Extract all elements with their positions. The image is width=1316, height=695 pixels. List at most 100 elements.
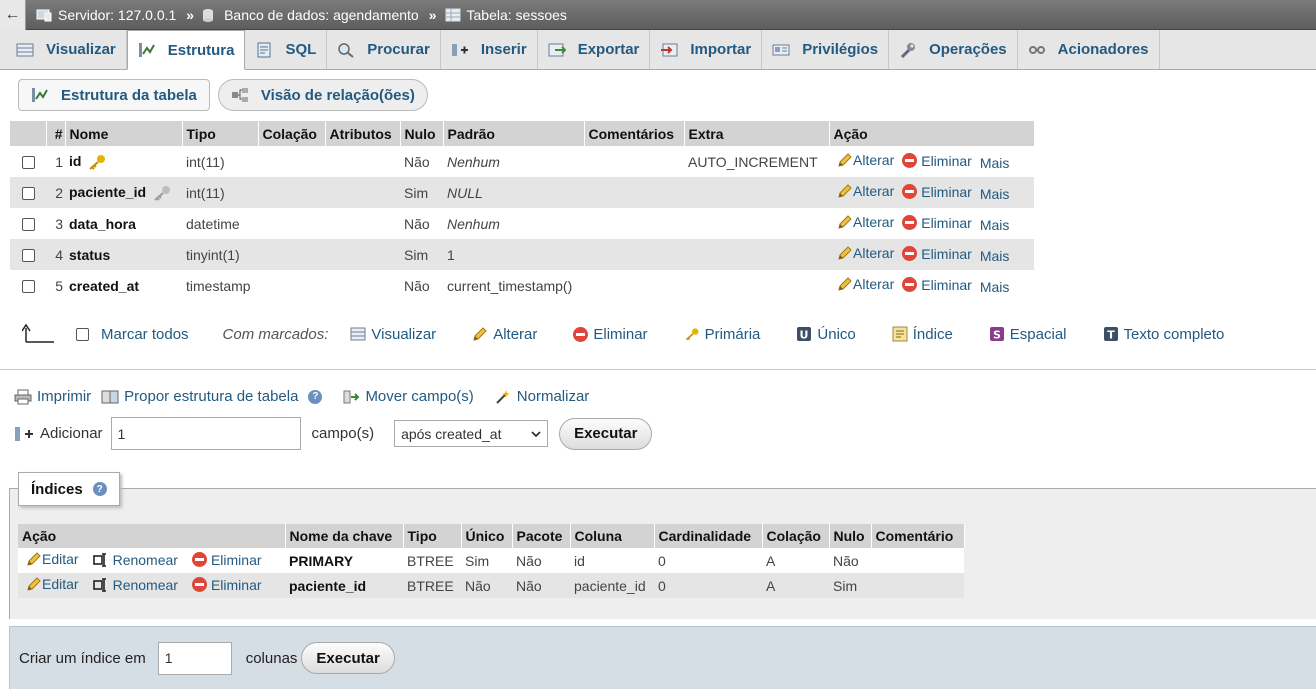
tab-estrutura[interactable]: Estrutura	[126, 30, 246, 70]
table-structure-button[interactable]: Estrutura da tabela	[18, 79, 210, 111]
relation-view-button[interactable]: Visão de relação(ões)	[217, 79, 428, 111]
change-link[interactable]: Alterar	[837, 276, 894, 292]
change-link[interactable]: Alterar	[837, 152, 894, 168]
breadcrumb-database[interactable]: Banco de dados: agendamento	[202, 7, 419, 23]
more-dropdown[interactable]: Mais	[980, 217, 1010, 233]
normalize-link[interactable]: Normalizar	[494, 388, 589, 405]
export-icon	[548, 43, 566, 56]
with-selected-fulltext-button[interactable]: T Texto completo	[1103, 326, 1224, 343]
drop-link[interactable]: Eliminar	[902, 215, 972, 231]
triggers-icon	[1028, 45, 1045, 54]
add-column-count-input[interactable]: 1	[110, 417, 301, 450]
add-column-position-select[interactable]: após created_at	[394, 420, 549, 447]
indexes-legend[interactable]: Índices ?	[18, 472, 120, 506]
create-index-go-button[interactable]: Executar	[301, 642, 395, 674]
change-link[interactable]: Alterar	[837, 245, 894, 261]
drop-index-link[interactable]: Eliminar	[191, 552, 262, 568]
column-type: int(11)	[182, 177, 258, 208]
rename-index-link[interactable]: Renomear	[92, 577, 178, 593]
with-selected-primary-key-button[interactable]: Primária	[684, 326, 760, 343]
drop-link[interactable]: Eliminar	[902, 246, 972, 262]
structure-subnav: Estrutura da tabela Visão de relação(ões…	[18, 79, 428, 111]
column-attributes	[325, 177, 400, 208]
tab-operacoes[interactable]: Operações	[889, 30, 1018, 69]
column-collation	[258, 239, 325, 270]
column-collation	[258, 177, 325, 208]
row-num: 5	[46, 270, 65, 301]
drop-link[interactable]: Eliminar	[902, 277, 972, 293]
drop-label: Eliminar	[210, 576, 262, 593]
rename-index-link[interactable]: Renomear	[92, 552, 178, 568]
edit-index-link[interactable]: Editar	[26, 576, 79, 592]
tab-acionadores[interactable]: Acionadores	[1018, 30, 1160, 69]
with-selected-table-browse-button[interactable]: Visualizar	[350, 326, 436, 343]
header-null[interactable]: Nulo	[400, 121, 444, 146]
more-dropdown[interactable]: Mais	[980, 155, 1010, 171]
tab-sql[interactable]: SQL	[245, 30, 328, 69]
column-comments	[584, 270, 684, 301]
header-comments[interactable]: Comentários	[584, 121, 685, 146]
back-arrow-icon[interactable]: ←	[0, 0, 26, 30]
arrow-up-left-icon	[22, 323, 54, 343]
more-dropdown[interactable]: Mais	[980, 279, 1010, 295]
propose-structure-icon	[101, 390, 119, 403]
row-checkbox[interactable]	[21, 249, 35, 263]
tab-visualizar[interactable]: Visualizar	[6, 30, 127, 69]
move-columns-link[interactable]: Mover campo(s)	[342, 388, 474, 405]
with-selected-unique-button[interactable]: U Único	[796, 326, 856, 343]
unique-icon: U	[797, 327, 812, 342]
change-link[interactable]: Alterar	[837, 183, 894, 199]
create-index-columns-input[interactable]: 1	[157, 641, 232, 675]
check-all-checkbox[interactable]	[76, 327, 89, 341]
with-selected-label: Com marcados:	[222, 325, 329, 343]
column-name: paciente_id	[69, 183, 147, 200]
row-checkbox[interactable]	[21, 218, 35, 232]
print-link[interactable]: Imprimir	[14, 388, 91, 405]
drop-link[interactable]: Eliminar	[902, 184, 972, 200]
row-checkbox[interactable]	[21, 280, 35, 294]
row-checkbox[interactable]	[21, 187, 35, 201]
relation-view-label: Visão de relação(ões)	[260, 86, 415, 104]
header-type[interactable]: Tipo	[182, 121, 259, 146]
drop-index-link[interactable]: Eliminar	[191, 576, 262, 593]
row-checkbox[interactable]	[21, 156, 35, 170]
drop-icon	[191, 577, 207, 592]
header-collation[interactable]: Colação	[258, 121, 326, 146]
with-selected-drop-button[interactable]: Eliminar	[573, 326, 648, 343]
drop-icon	[573, 326, 589, 342]
tab-importar[interactable]: Importar	[650, 30, 763, 69]
edit-index-link[interactable]: Editar	[26, 551, 79, 567]
privileges-icon	[772, 44, 790, 55]
with-selected-item-label: Índice	[912, 325, 953, 343]
column-type: datetime	[182, 208, 258, 239]
add-column-go-button[interactable]: Executar	[559, 417, 653, 450]
tab-exportar[interactable]: Exportar	[538, 30, 651, 69]
breadcrumb-table[interactable]: Tabela: sessoes	[445, 7, 567, 23]
drop-link[interactable]: Eliminar	[902, 153, 972, 169]
pencil-icon	[838, 277, 852, 291]
help-icon[interactable]: ?	[92, 482, 107, 496]
breadcrumb-server[interactable]: Servidor: 127.0.0.1	[36, 7, 176, 23]
with-selected-index-button[interactable]: Índice	[892, 326, 953, 343]
header-extra[interactable]: Extra	[684, 121, 830, 146]
more-dropdown[interactable]: Mais	[980, 248, 1010, 264]
column-type: timestamp	[182, 270, 258, 301]
check-all-link[interactable]: Marcar todos	[101, 326, 189, 343]
tab-privilegios[interactable]: Privilégios	[762, 30, 890, 69]
svg-text:S: S	[993, 329, 1001, 342]
change-label: Alterar	[853, 152, 895, 168]
table-browse-icon	[350, 327, 366, 341]
tab-procurar[interactable]: Procurar	[327, 30, 441, 69]
idx-header-column: Coluna	[570, 524, 655, 548]
more-dropdown[interactable]: Mais	[980, 186, 1010, 202]
header-name[interactable]: Nome	[65, 121, 183, 146]
header-default[interactable]: Padrão	[443, 121, 585, 146]
change-link[interactable]: Alterar	[837, 214, 894, 230]
row-num: 1	[46, 146, 65, 177]
header-attributes[interactable]: Atributos	[325, 121, 401, 146]
tab-inserir[interactable]: Inserir	[441, 30, 538, 69]
help-icon[interactable]: ?	[308, 389, 323, 404]
propose-structure-link[interactable]: Propor estrutura de tabela ?	[101, 388, 323, 405]
with-selected-spatial-button[interactable]: S Espacial	[989, 326, 1067, 343]
with-selected-pencil-button[interactable]: Alterar	[472, 326, 537, 343]
